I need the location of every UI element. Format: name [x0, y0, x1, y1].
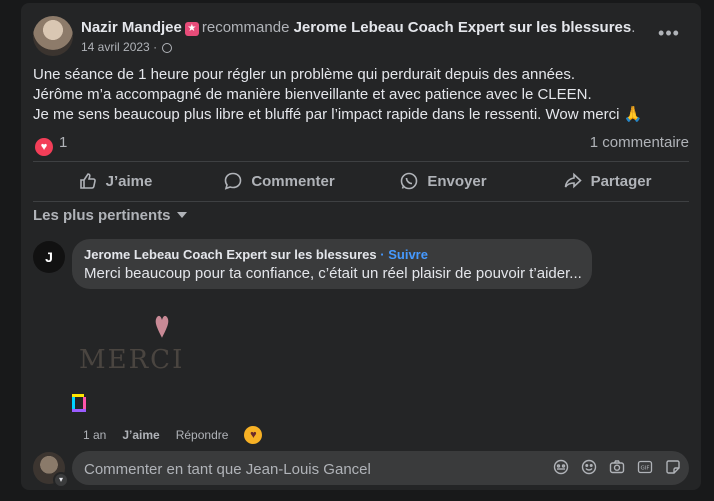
avatar-sticker-icon[interactable] [553, 459, 569, 475]
meta-separator: · [153, 40, 158, 54]
merci-sticker[interactable]: MERCI [79, 309, 182, 389]
heart-doodle-icon [155, 315, 169, 338]
divider [33, 161, 689, 162]
comment-actions: 1 an J’aime Répondre ♥ [83, 426, 263, 444]
share-icon [564, 172, 582, 189]
comment-text: Merci beaucoup pour ta confiance, c’étai… [84, 265, 582, 282]
sticker-text: MERCI [79, 345, 185, 375]
comment-composer: GIF [72, 451, 689, 487]
post-date[interactable]: 14 avril 2023 [81, 40, 150, 54]
comment-button[interactable]: Commenter [197, 163, 361, 199]
post-actions: J’aime Commenter Envoyer Partager [33, 163, 689, 199]
post-body-line: Jérôme m’a accompagné de manière bienvei… [33, 86, 592, 103]
reactions-summary[interactable]: ♥ 1 [35, 134, 68, 156]
composer-tools: GIF [553, 459, 681, 475]
comment-count[interactable]: 1 commentaire [590, 134, 689, 151]
globe-icon [162, 43, 173, 53]
more-options-icon[interactable]: ••• [655, 22, 683, 50]
comment-bubble: Jerome Lebeau Coach Expert sur les bless… [72, 239, 592, 289]
care-reaction-icon[interactable]: ♥ [244, 426, 263, 444]
page-name[interactable]: Jerome Lebeau Coach Expert sur les bless… [294, 19, 632, 36]
sort-label: Les plus pertinents [33, 207, 171, 224]
send-label: Envoyer [427, 172, 487, 190]
gif-badge-icon [72, 394, 86, 412]
sticker-icon[interactable] [665, 459, 681, 475]
like-button[interactable]: J’aime [33, 163, 197, 199]
post-card: Nazir Mandjee ★ recommande Jerome Lebeau C… [21, 3, 701, 490]
thumbs-up-icon [79, 173, 96, 189]
post-body: Une séance de 1 heure pour régler un pro… [33, 65, 683, 125]
recommend-star-icon: ★ [184, 22, 199, 36]
heart-reaction-icon: ♥ [35, 138, 53, 156]
comment-author[interactable]: Jerome Lebeau Coach Expert sur les bless… [84, 247, 377, 262]
gif-icon[interactable]: GIF [637, 459, 653, 475]
comment-input[interactable] [82, 451, 526, 487]
send-button[interactable]: Envoyer [361, 163, 525, 199]
author-avatar[interactable] [33, 16, 73, 56]
emoji-icon[interactable] [581, 459, 597, 475]
post-body-line: Je me sens beaucoup plus libre et bluffé… [33, 106, 643, 123]
comment-author-line: Jerome Lebeau Coach Expert sur les bless… [84, 247, 428, 262]
share-button[interactable]: Partager [525, 163, 689, 199]
comment-icon [225, 172, 242, 190]
comment-sort-dropdown[interactable]: Les plus pertinents [33, 207, 187, 224]
share-label: Partager [590, 172, 652, 190]
post-body-line: Une séance de 1 heure pour régler un pro… [33, 66, 576, 83]
comment-reply-button[interactable]: Répondre [176, 428, 229, 442]
commenter-avatar[interactable]: J [33, 241, 65, 273]
chevron-down-icon[interactable]: ▾ [53, 472, 69, 488]
author-name[interactable]: Nazir Mandjee [81, 19, 182, 36]
reaction-count: 1 [59, 134, 68, 151]
whatsapp-icon [401, 172, 418, 190]
follow-label: Suivre [388, 247, 428, 262]
divider [33, 201, 689, 202]
post-header: Nazir Mandjee ★ recommande Jerome Lebeau C… [33, 16, 689, 60]
like-label: J’aime [105, 172, 153, 190]
author-line: Nazir Mandjee ★ recommande Jerome Lebeau C… [81, 19, 635, 36]
comment-label: Commenter [251, 172, 335, 190]
post-meta: 14 avril 2023 · [81, 40, 173, 54]
caret-down-icon [176, 212, 187, 218]
period: . [631, 19, 636, 36]
comment-time[interactable]: 1 an [83, 428, 106, 442]
camera-icon[interactable] [609, 459, 625, 475]
comment-like-button[interactable]: J’aime [122, 428, 159, 442]
svg-text:GIF: GIF [640, 466, 649, 472]
follow-link[interactable]: · Suivre [380, 247, 428, 262]
recommends-label: recommande [201, 19, 290, 36]
